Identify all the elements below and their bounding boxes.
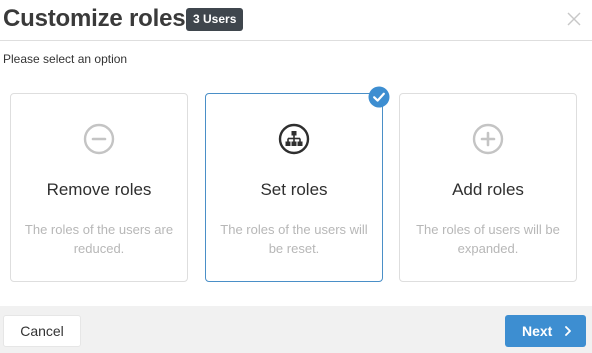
option-description: The roles of users will be expanded. (416, 222, 560, 256)
option-description: The roles of the users are reduced. (24, 222, 174, 256)
dialog-footer: Cancel Next (0, 306, 592, 353)
dialog-title: Customize roles (3, 5, 186, 32)
plus-circle-icon (472, 123, 504, 155)
option-title: Add roles (452, 180, 524, 199)
customize-roles-dialog: Customize roles 3 Users Please select an… (0, 0, 592, 353)
cancel-button[interactable]: Cancel (3, 315, 81, 347)
close-icon[interactable] (566, 11, 582, 27)
option-title: Remove roles (46, 180, 152, 199)
dialog-header: Customize roles 3 Users (0, 0, 592, 41)
hierarchy-icon (278, 123, 310, 155)
option-remove-roles[interactable]: Remove roles The roles of the users are … (10, 93, 188, 282)
user-count-badge: 3 Users (186, 8, 244, 31)
option-title: Set roles (260, 180, 328, 199)
next-button-label: Next (522, 323, 553, 339)
chevron-right-icon (565, 326, 571, 336)
option-add-roles[interactable]: Add roles The roles of users will be exp… (399, 93, 577, 282)
checkmark-icon (368, 86, 390, 108)
instruction-text: Please select an option (3, 52, 128, 66)
minus-circle-icon (83, 123, 115, 155)
next-button[interactable]: Next (505, 315, 586, 347)
option-description: The roles of the users will be reset. (220, 222, 368, 256)
option-set-roles[interactable]: Set roles The roles of the users will be… (205, 93, 383, 282)
